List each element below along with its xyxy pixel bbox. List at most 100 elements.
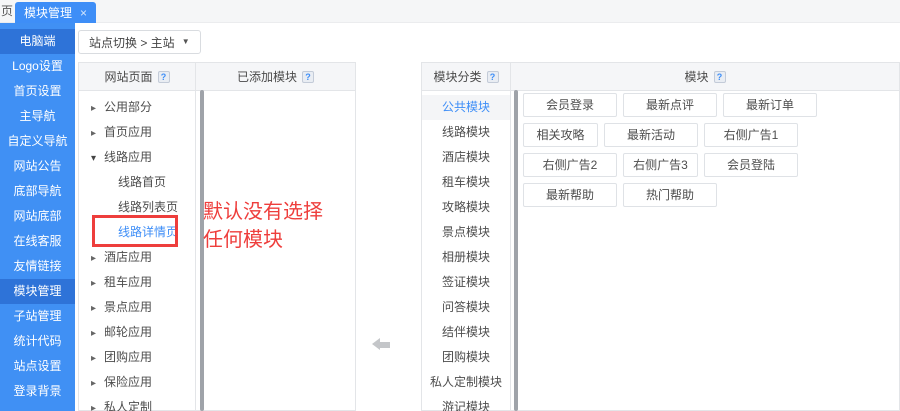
tree-item[interactable]: 团购应用: [79, 345, 195, 370]
sidebar-item-label: 自定义导航: [7, 134, 67, 148]
category-item[interactable]: 团购模块: [422, 345, 510, 370]
tree-item-label: 景点应用: [104, 300, 152, 314]
tree-item-label: 保险应用: [104, 375, 152, 389]
sidebar-item[interactable]: 首页设置: [0, 79, 75, 104]
sidebar-item[interactable]: 登录背景: [0, 379, 75, 404]
sidebar-item[interactable]: 电脑端: [0, 29, 75, 54]
category-item-label: 签证模块: [442, 275, 490, 289]
category-item[interactable]: 酒店模块: [422, 145, 510, 170]
tree-caret-icon[interactable]: [91, 271, 104, 296]
sidebar-item[interactable]: 统计代码: [0, 329, 75, 354]
module-button-label: 热门帮助: [646, 188, 694, 202]
panel-modules: 模块 ? 会员登录 最新点评 最新订单 相关攻略 最新活动 右侧广告1 右侧广告…: [510, 62, 900, 411]
sidebar-item[interactable]: 主导航: [0, 104, 75, 129]
tree-caret-icon[interactable]: [91, 121, 104, 146]
panel-title: 网站页面: [104, 68, 152, 85]
sidebar-item-label: 模块管理: [13, 284, 61, 298]
module-button[interactable]: 最新点评: [623, 93, 717, 117]
module-button-grid: 会员登录 最新点评 最新订单 相关攻略 最新活动 右侧广告1 右侧广告2 右侧广…: [511, 91, 899, 207]
tree-item-label: 线路首页: [118, 175, 166, 189]
tree-caret-icon[interactable]: [91, 146, 104, 171]
tree-item-label: 邮轮应用: [104, 325, 152, 339]
tree-item[interactable]: 公用部分: [79, 95, 195, 120]
category-item-label: 结伴模块: [442, 325, 490, 339]
category-item[interactable]: 相册模块: [422, 245, 510, 270]
tree-caret-icon[interactable]: [91, 396, 104, 411]
module-button-label: 最新订单: [746, 98, 794, 112]
module-button[interactable]: 右侧广告1: [704, 123, 798, 147]
sidebar-item[interactable]: 底部导航: [0, 179, 75, 204]
tree-item[interactable]: 线路首页: [79, 170, 195, 195]
panel-added-modules-header: 已添加模块 ?: [196, 63, 355, 91]
category-item[interactable]: 租车模块: [422, 170, 510, 195]
tree-caret-icon[interactable]: [91, 246, 104, 271]
tree-item[interactable]: 保险应用: [79, 370, 195, 395]
category-item-label: 私人定制模块: [430, 375, 502, 389]
sidebar-item[interactable]: 子站管理: [0, 304, 75, 329]
tree-item[interactable]: 私人定制: [79, 395, 195, 411]
category-item[interactable]: 问答模块: [422, 295, 510, 320]
tab-label: 模块管理: [24, 4, 72, 21]
sidebar-item[interactable]: Logo设置: [0, 54, 75, 79]
sidebar-item-label: 登录背景: [13, 384, 61, 398]
module-button[interactable]: 最新活动: [604, 123, 698, 147]
tree-item[interactable]: 租车应用: [79, 270, 195, 295]
tree-item[interactable]: 邮轮应用: [79, 320, 195, 345]
category-item[interactable]: 游记模块: [422, 395, 510, 411]
tree-caret-icon[interactable]: [91, 371, 104, 396]
module-button[interactable]: 相关攻略: [523, 123, 598, 147]
sidebar-item[interactable]: 网站底部: [0, 204, 75, 229]
module-button-label: 最新活动: [627, 128, 675, 142]
tree-caret-icon[interactable]: [91, 346, 104, 371]
tree-item[interactable]: 线路应用: [79, 145, 195, 170]
category-item[interactable]: 公共模块: [422, 95, 510, 120]
category-item-label: 线路模块: [442, 125, 490, 139]
tab-home-partial[interactable]: 页: [1, 0, 13, 23]
panel-title: 模块分类: [433, 68, 481, 85]
sidebar-item[interactable]: 自定义导航: [0, 129, 75, 154]
help-icon[interactable]: ?: [302, 71, 314, 83]
category-item[interactable]: 私人定制模块: [422, 370, 510, 395]
module-button[interactable]: 最新帮助: [523, 183, 617, 207]
sidebar-item-label: 主导航: [19, 109, 55, 123]
category-item[interactable]: 景点模块: [422, 220, 510, 245]
close-icon[interactable]: ×: [80, 7, 87, 19]
tree-caret-icon[interactable]: [91, 296, 104, 321]
help-icon[interactable]: ?: [158, 71, 170, 83]
scrollbar[interactable]: [514, 90, 518, 411]
help-icon[interactable]: ?: [487, 71, 499, 83]
category-item-label: 攻略模块: [442, 200, 490, 214]
sidebar-item[interactable]: 友情链接: [0, 254, 75, 279]
module-button[interactable]: 会员登陆: [704, 153, 798, 177]
tree-caret-icon[interactable]: [91, 321, 104, 346]
category-item[interactable]: 线路模块: [422, 120, 510, 145]
tree-item[interactable]: 酒店应用: [79, 245, 195, 270]
sidebar: 电脑端 Logo设置 首页设置 主导航 自定义导航 网站公告 底部导航 网站底部…: [0, 23, 75, 411]
tree-item[interactable]: 线路列表页: [79, 195, 195, 220]
sidebar-item[interactable]: 网站公告: [0, 154, 75, 179]
category-item[interactable]: 结伴模块: [422, 320, 510, 345]
tree-item[interactable]: 首页应用: [79, 120, 195, 145]
sidebar-item[interactable]: 站点设置: [0, 354, 75, 379]
category-item[interactable]: 签证模块: [422, 270, 510, 295]
site-switch-button[interactable]: 站点切换 > 主站 ▼: [78, 30, 201, 54]
sidebar-item-label: 首页设置: [13, 84, 61, 98]
module-button-label: 右侧广告2: [543, 158, 598, 172]
module-button[interactable]: 热门帮助: [623, 183, 717, 207]
tree-item[interactable]: 景点应用: [79, 295, 195, 320]
category-item[interactable]: 攻略模块: [422, 195, 510, 220]
help-icon[interactable]: ?: [714, 71, 726, 83]
module-button[interactable]: 会员登录: [523, 93, 617, 117]
tree-item[interactable]: 线路详情页: [79, 220, 195, 245]
module-button[interactable]: 最新订单: [723, 93, 817, 117]
module-button-label: 会员登录: [546, 98, 594, 112]
module-button[interactable]: 右侧广告3: [623, 153, 698, 177]
tree-caret-icon[interactable]: [91, 96, 104, 121]
tab-module-management[interactable]: 模块管理 ×: [15, 2, 96, 23]
sidebar-item[interactable]: 模块管理: [0, 279, 75, 304]
sidebar-item-label: 网站公告: [13, 159, 61, 173]
sidebar-item[interactable]: 在线客服: [0, 229, 75, 254]
sidebar-item-label: Logo设置: [12, 59, 63, 73]
module-button[interactable]: 右侧广告2: [523, 153, 617, 177]
site-switch-label: 站点切换 > 主站: [89, 34, 175, 51]
